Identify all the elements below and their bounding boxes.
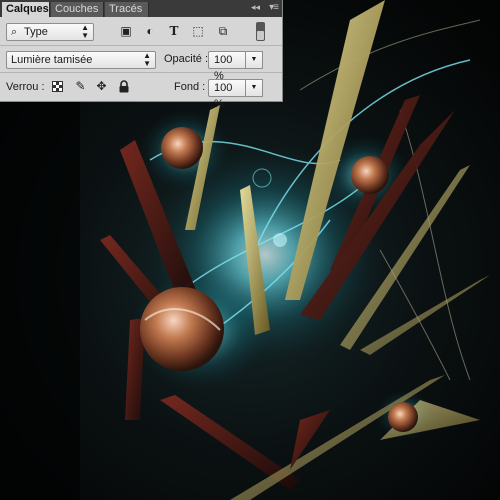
blend-mode-value: Lumière tamisée	[11, 54, 93, 66]
filter-row: ⌕ Type ▲ ▼ ▣ ◐ T ⬚ ⧉	[0, 18, 282, 46]
smart-object-filter-icon[interactable]: ⧉	[216, 24, 230, 38]
blend-mode-select[interactable]: Lumière tamisée ▲ ▼	[6, 51, 156, 69]
collapse-panel-icon[interactable]: ◂◂	[251, 2, 260, 13]
updown-arrows-icon: ▲ ▼	[143, 51, 151, 68]
lock-position-icon[interactable]: ✥	[95, 80, 108, 93]
filter-toggle-switch[interactable]	[256, 22, 265, 41]
pixel-layer-filter-icon[interactable]: ▣	[119, 24, 133, 38]
tab-layers[interactable]: Calques	[2, 2, 50, 17]
shape-layer-filter-icon[interactable]: ⬚	[191, 24, 205, 38]
filter-select-value: Type	[24, 26, 48, 38]
lock-image-pixels-icon[interactable]: ✎	[74, 80, 87, 93]
layers-panel: Calques Couches Tracés ◂◂ ▾≡ ⌕ Type ▲ ▼ ▣…	[0, 0, 283, 110]
opacity-dropdown-icon[interactable]: ▼	[246, 51, 263, 69]
panel-tab-bar: Calques Couches Tracés ◂◂ ▾≡	[0, 0, 282, 17]
tab-paths[interactable]: Tracés	[105, 2, 149, 17]
lock-transparent-pixels-icon[interactable]	[52, 81, 63, 92]
adjustment-layer-filter-icon[interactable]: ◐	[143, 24, 157, 38]
lock-label: Verrou :	[6, 81, 45, 93]
layer-filter-select[interactable]: ⌕ Type ▲ ▼	[6, 23, 94, 41]
opacity-field[interactable]: 100 %	[208, 51, 246, 82]
tab-channels[interactable]: Couches	[51, 2, 104, 17]
updown-arrows-icon: ▲ ▼	[81, 23, 89, 40]
padlock-icon	[119, 80, 128, 93]
lock-all-icon[interactable]	[117, 80, 130, 93]
lock-row: Verrou : ✎ ✥ Fond : 100 % ▼	[0, 73, 282, 110]
fill-field[interactable]: 100 %	[208, 79, 246, 110]
type-layer-filter-icon[interactable]: T	[167, 24, 181, 38]
fill-dropdown-icon[interactable]: ▼	[246, 79, 263, 97]
panel-menu-icon[interactable]: ▾≡	[269, 2, 279, 13]
fill-label: Fond :	[174, 81, 206, 93]
search-icon: ⌕	[11, 26, 18, 38]
blend-row: Lumière tamisée ▲ ▼ Opacité : 100 % ▼	[0, 46, 282, 82]
opacity-label: Opacité :	[164, 53, 209, 65]
